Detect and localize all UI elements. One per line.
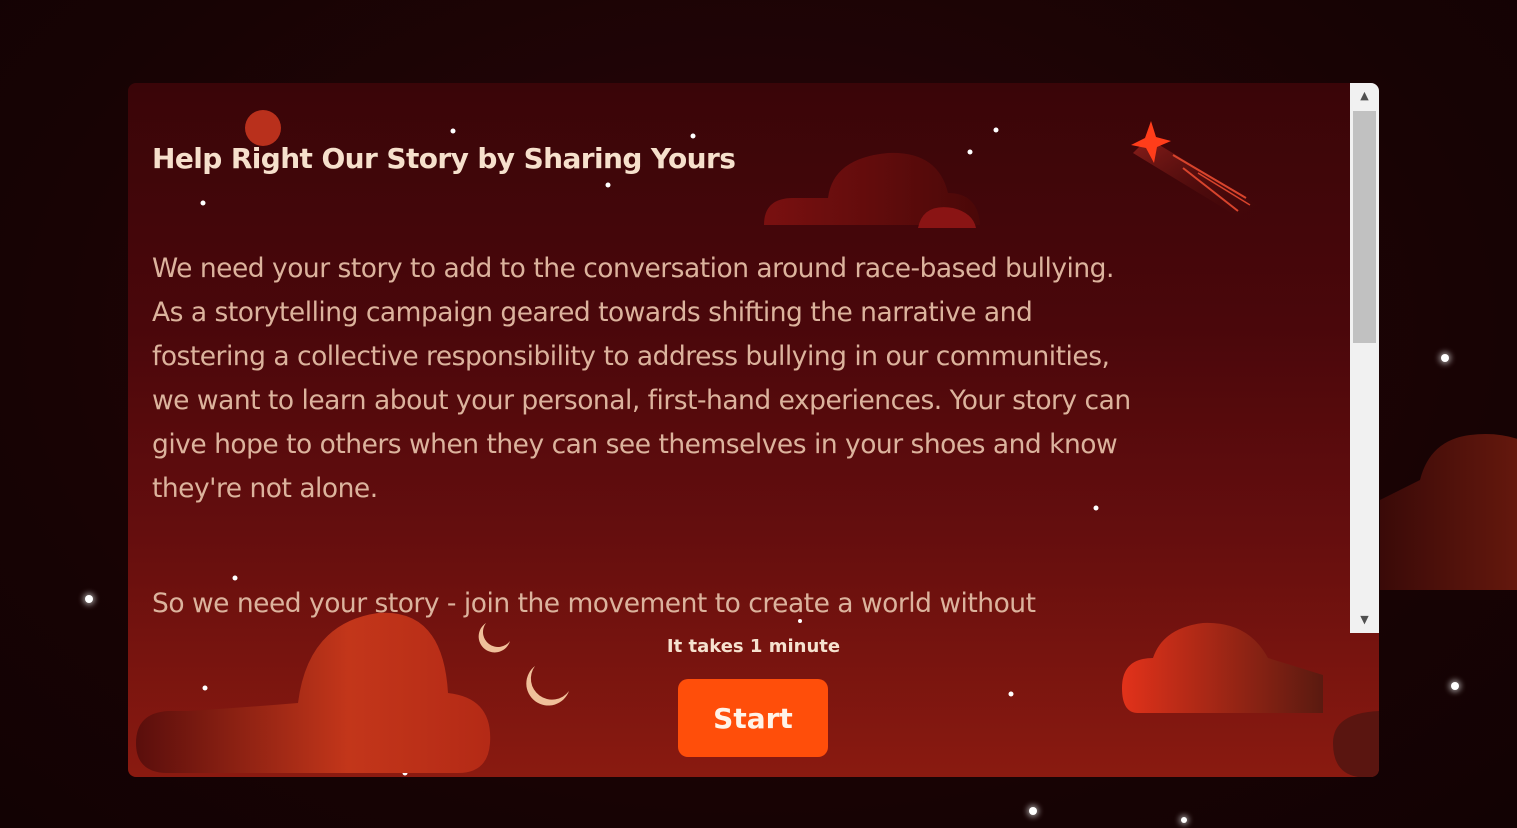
crescent-moon-icon [526, 666, 569, 706]
star-icon [1441, 354, 1449, 362]
survey-card: Help Right Our Story by Sharing Yours We… [128, 83, 1379, 777]
paragraph-line: As a storytelling campaign geared toward… [152, 297, 1033, 328]
cloud-icon [1380, 434, 1517, 590]
scroll-up-arrow-icon[interactable]: ▲ [1350, 83, 1379, 109]
paragraph-line: give hope to others when they can see th… [152, 429, 1118, 460]
star-icon [1451, 682, 1459, 690]
survey-scroll-area[interactable]: Help Right Our Story by Sharing Yours We… [128, 83, 1350, 633]
star-icon [85, 595, 93, 603]
paragraph-line: we want to learn about your personal, fi… [152, 385, 1131, 416]
paragraph-line: they're not alone. [152, 473, 378, 504]
star-icon [1029, 807, 1037, 815]
paragraph-line: We need your story to add to the convers… [152, 253, 1114, 284]
scroll-down-arrow-icon[interactable]: ▼ [1350, 607, 1379, 633]
page-background: Help Right Our Story by Sharing Yours We… [0, 0, 1517, 828]
survey-call-to-action-paragraph: So we need your story - join the movemen… [152, 588, 1036, 619]
cloud-icon [1333, 711, 1379, 777]
scrollbar-thumb[interactable] [1353, 111, 1376, 343]
survey-intro-paragraph: We need your story to add to the convers… [152, 247, 1327, 511]
start-button[interactable]: Start [678, 679, 828, 757]
star-icon [1181, 817, 1187, 823]
duration-label: It takes 1 minute [666, 636, 841, 657]
paragraph-line: fostering a collective responsibility to… [152, 341, 1110, 372]
survey-content: Help Right Our Story by Sharing Yours We… [152, 139, 1327, 626]
survey-title: Help Right Our Story by Sharing Yours [152, 142, 736, 175]
vertical-scrollbar[interactable]: ▲ ▼ [1350, 83, 1379, 633]
